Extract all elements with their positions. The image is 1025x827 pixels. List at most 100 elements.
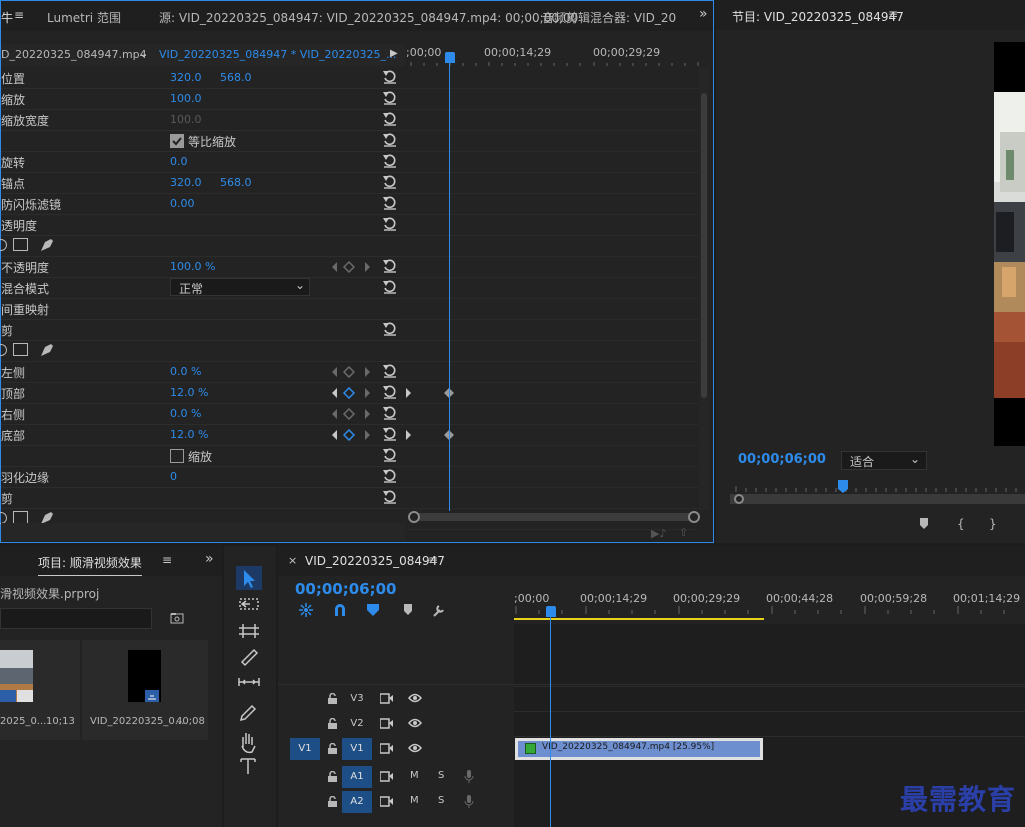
linked-selection-icon[interactable]: [332, 602, 348, 618]
eye-icon[interactable]: [408, 693, 422, 703]
vertical-scrollbar[interactable]: [699, 67, 709, 510]
property-value[interactable]: 100.0: [170, 113, 202, 126]
solo-button[interactable]: S: [438, 795, 444, 806]
more-panels-icon[interactable]: »: [699, 6, 708, 22]
property-value[interactable]: 0: [170, 470, 177, 483]
reset-icon[interactable]: [382, 468, 398, 484]
lock-icon[interactable]: [328, 718, 337, 729]
timeline-timecode[interactable]: 00;00;06;00: [295, 580, 397, 598]
keyframe-navigator[interactable]: [331, 261, 371, 273]
lock-icon[interactable]: [328, 796, 337, 807]
track-target[interactable]: A1: [342, 766, 372, 788]
track-target[interactable]: V2: [342, 713, 372, 735]
property-value[interactable]: 12.0 %: [170, 386, 208, 399]
property-value[interactable]: 12.0 %: [170, 428, 208, 441]
sync-lock-icon[interactable]: [380, 771, 394, 782]
reset-icon[interactable]: [382, 132, 398, 148]
fit-dropdown[interactable]: 适合 ⌄: [841, 451, 927, 470]
project-item[interactable]: VID_20220325_0... 40;08: [82, 640, 208, 740]
track-target[interactable]: V1: [342, 738, 372, 760]
timeline-playhead-handle[interactable]: [546, 606, 556, 617]
reset-icon[interactable]: [382, 153, 398, 169]
reset-icon[interactable]: [382, 258, 398, 274]
reset-icon[interactable]: [382, 321, 398, 337]
close-icon[interactable]: ×: [288, 554, 297, 567]
reset-icon[interactable]: [382, 216, 398, 232]
keyframe-navigator[interactable]: [331, 387, 371, 399]
program-scrub-bar[interactable]: [730, 478, 1025, 508]
sync-lock-icon[interactable]: [380, 718, 394, 729]
program-title[interactable]: 节目: VID_20220325_084947: [732, 8, 904, 25]
master-clip-label[interactable]: D_20220325_084947.mp4: [1, 48, 147, 61]
microphone-icon[interactable]: [464, 795, 474, 809]
tab-source[interactable]: 源: VID_20220325_084947: VID_20220325_084…: [159, 9, 578, 26]
effect-timeline-ruler[interactable]: ;00;00 00;00;14;29 00;00;29;29: [406, 44, 713, 66]
microphone-icon[interactable]: [464, 770, 474, 784]
add-marker-flag-icon[interactable]: [366, 602, 382, 618]
slip-tool-icon[interactable]: [236, 674, 262, 698]
track-target[interactable]: A2: [342, 791, 372, 813]
tab-lumetri[interactable]: Lumetri 范围: [47, 9, 121, 26]
type-tool-icon[interactable]: [236, 754, 262, 778]
video-clip[interactable]: VID_20220325_084947.mp4 [25.95%]: [515, 738, 763, 760]
zoom-handle-left[interactable]: [408, 511, 420, 523]
tab-menu-icon[interactable]: ≡: [428, 553, 438, 567]
pen-mask-icon[interactable]: [39, 342, 55, 358]
scrollbar-thumb[interactable]: [701, 93, 707, 398]
ripple-edit-tool-icon[interactable]: [236, 621, 262, 645]
lock-icon[interactable]: [328, 693, 337, 704]
more-panels-icon[interactable]: »: [205, 551, 214, 567]
program-timecode[interactable]: 00;00;06;00: [738, 452, 826, 467]
add-marker-icon[interactable]: [402, 602, 416, 618]
sequence-tab[interactable]: VID_20220325_084947: [305, 554, 445, 568]
keyframe-navigator[interactable]: [331, 429, 371, 441]
reset-icon[interactable]: [382, 384, 398, 400]
property-value-2[interactable]: 568.0: [220, 71, 252, 84]
property-value[interactable]: 100.0: [170, 92, 202, 105]
property-value[interactable]: 0.0 %: [170, 365, 201, 378]
chevron-down-icon[interactable]: ⌄: [139, 47, 148, 60]
sync-lock-icon[interactable]: [380, 693, 394, 704]
timeline-settings-wrench-icon[interactable]: [432, 602, 448, 618]
play-audio-icon[interactable]: ▶♪: [651, 527, 666, 540]
property-value[interactable]: 320.0: [170, 176, 202, 189]
lock-icon[interactable]: [328, 771, 337, 782]
keyframe-navigator[interactable]: [331, 408, 371, 420]
reset-icon[interactable]: [382, 69, 398, 85]
ellipse-mask-icon[interactable]: [0, 344, 7, 356]
tab-audio-mixer[interactable]: 音频剪辑混合器: VID_20: [542, 9, 676, 26]
tab-effect-controls[interactable]: 牛: [1, 9, 13, 26]
reset-icon[interactable]: [382, 111, 398, 127]
reset-icon[interactable]: [382, 405, 398, 421]
mute-button[interactable]: M: [410, 770, 419, 781]
eye-icon[interactable]: [408, 718, 422, 728]
rectangle-mask-icon[interactable]: [13, 343, 28, 356]
reset-icon[interactable]: [382, 195, 398, 211]
eye-icon[interactable]: [408, 743, 422, 753]
property-value[interactable]: 320.0: [170, 71, 202, 84]
zoom-handle-right[interactable]: [688, 511, 700, 523]
selection-tool-icon[interactable]: [236, 566, 262, 590]
reset-icon[interactable]: [382, 279, 398, 295]
property-value[interactable]: 0.0: [170, 155, 188, 168]
reset-icon[interactable]: [382, 363, 398, 379]
rectangle-mask-icon[interactable]: [13, 238, 28, 251]
new-bin-icon[interactable]: [170, 612, 184, 624]
ellipse-mask-icon[interactable]: [0, 239, 7, 251]
razor-tool-icon[interactable]: [236, 648, 262, 672]
search-input[interactable]: [0, 608, 152, 629]
pen-mask-icon[interactable]: [39, 237, 55, 253]
sequence-clip-label[interactable]: VID_20220325_084947 * VID_20220325_...: [159, 48, 396, 61]
property-value[interactable]: 0.00: [170, 197, 195, 210]
property-value[interactable]: 0.0 %: [170, 407, 201, 420]
track-select-tool-icon[interactable]: [236, 594, 262, 618]
play-only-clip-icon[interactable]: ▶: [390, 48, 398, 59]
tab-menu-icon[interactable]: ≡: [14, 8, 24, 22]
solo-button[interactable]: S: [438, 770, 444, 781]
reset-icon[interactable]: [382, 447, 398, 463]
hand-tool-icon[interactable]: [236, 728, 262, 752]
project-title[interactable]: 项目: 顺滑视频效果: [38, 554, 142, 576]
tab-menu-icon[interactable]: ≡: [888, 7, 898, 21]
playhead-handle[interactable]: [445, 52, 455, 63]
keyframe-navigator[interactable]: [331, 366, 371, 378]
